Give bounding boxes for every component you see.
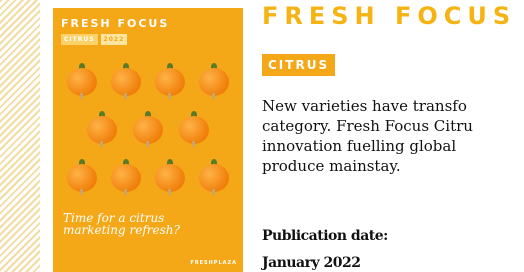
description-line: category. Fresh Focus Citru [262, 117, 473, 135]
cover-title: FRESH FOCUS [61, 17, 170, 30]
article-description: New varieties have transfo category. Fre… [262, 96, 524, 176]
orange-illustration [153, 156, 187, 196]
cover-category-badge: CITRUS [61, 34, 98, 45]
decorative-stripes [0, 0, 40, 272]
orange-illustration [177, 108, 211, 148]
orange-illustration [109, 156, 143, 196]
magazine-cover-image[interactable]: FRESH FOCUS CITRUS 2022 Time for a citru… [53, 8, 243, 272]
description-line: innovation fuelling global [262, 137, 457, 155]
orange-illustration [65, 156, 99, 196]
page-title: FRESH FOCUS [262, 2, 517, 30]
cover-year-badge: 2022 [100, 34, 128, 45]
cover-badges: CITRUS 2022 [61, 34, 128, 45]
description-line: New varieties have transfo [262, 97, 467, 115]
cover-tagline: Time for a citrus marketing refresh? [63, 212, 213, 236]
cover-tagline-line: marketing refresh? [63, 223, 180, 237]
orange-illustration [197, 60, 231, 100]
orange-illustration [153, 60, 187, 100]
orange-illustration [65, 60, 99, 100]
cover-illustration [65, 60, 235, 210]
orange-illustration [109, 60, 143, 100]
cover-publisher-logo: FRESHPLAZA [190, 260, 237, 266]
description-line: produce mainstay. [262, 157, 401, 175]
category-badge: CITRUS [262, 54, 336, 76]
publication-date-label: Publication date: [262, 228, 388, 244]
publication-date-value: January 2022 [262, 255, 361, 271]
orange-illustration [85, 108, 119, 148]
orange-illustration [197, 156, 231, 196]
orange-illustration [131, 108, 165, 148]
